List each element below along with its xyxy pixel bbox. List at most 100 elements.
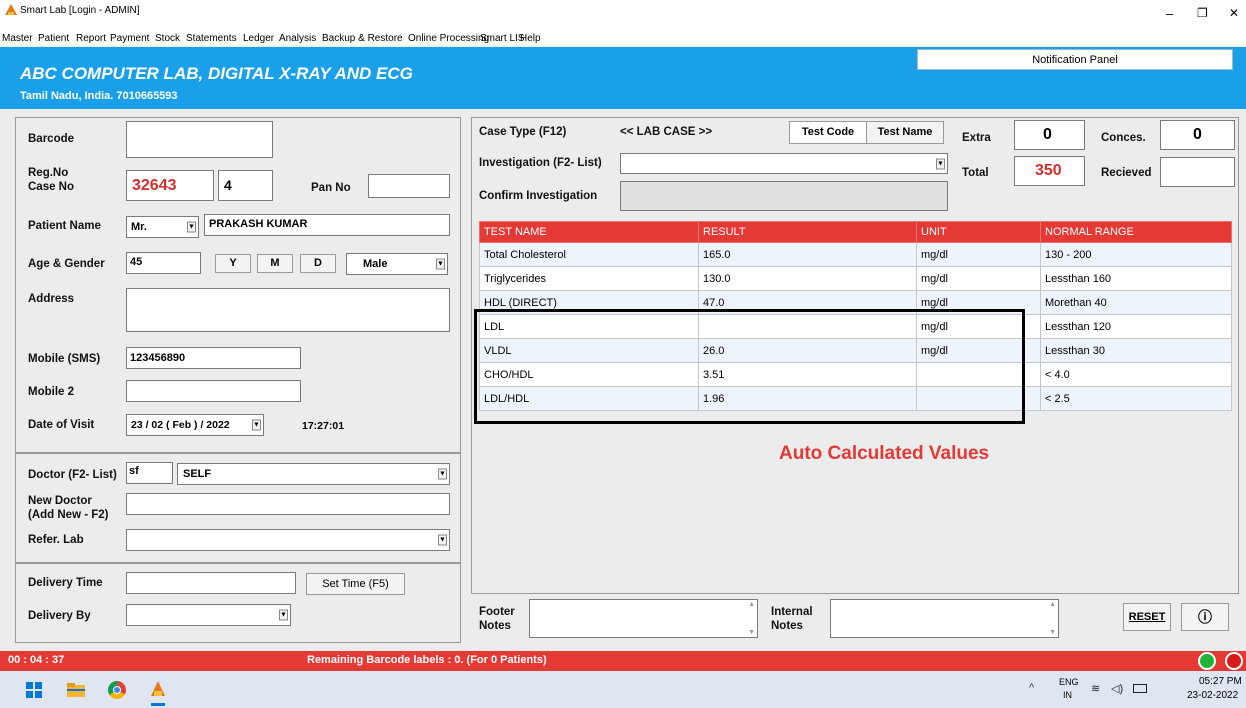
- menu-report[interactable]: Report: [76, 33, 106, 44]
- caseno-input[interactable]: 4: [218, 170, 273, 201]
- delivery-time-input[interactable]: [126, 572, 296, 594]
- visit-time: 17:27:01: [302, 420, 345, 432]
- session-timer: 00 : 04 : 37: [8, 654, 65, 666]
- age-months-button[interactable]: M: [257, 254, 293, 273]
- caseno-label: Case No: [28, 181, 75, 193]
- menu-statements[interactable]: Statements: [186, 33, 237, 44]
- date-of-visit-picker[interactable]: 23 / 02 ( Feb ) / 2022 ▼: [126, 414, 264, 436]
- lab-address: Tamil Nadu, India. 7010665593: [20, 90, 178, 102]
- test-code-button[interactable]: Test Code: [789, 121, 867, 144]
- barcode-input[interactable]: [126, 121, 273, 158]
- range-cell: Lessthan 30: [1040, 338, 1232, 363]
- menu-help[interactable]: Help: [520, 33, 541, 44]
- title-select[interactable]: Mr. ▼: [126, 216, 199, 238]
- address-label: Address: [28, 293, 75, 305]
- range-cell: Morethan 40: [1040, 290, 1232, 315]
- status-bar: 00 : 04 : 37 Remaining Barcode labels : …: [0, 651, 1246, 671]
- internal-notes-label-2: Notes: [771, 620, 803, 632]
- panno-input[interactable]: [368, 174, 450, 198]
- patient-name-input[interactable]: PRAKASH KUMAR: [204, 214, 450, 236]
- minimize-button[interactable]: –: [1166, 6, 1173, 21]
- menu-master[interactable]: Master: [2, 33, 33, 44]
- mobile2-input[interactable]: [126, 380, 301, 402]
- chevron-up-icon[interactable]: ^: [1029, 682, 1034, 694]
- menu-ledger[interactable]: Ledger: [243, 33, 274, 44]
- scroll-down-icon[interactable]: ▼: [748, 629, 755, 636]
- range-cell: < 4.0: [1040, 362, 1232, 387]
- result-cell[interactable]: 165.0: [698, 242, 917, 267]
- concession-value: 0: [1193, 126, 1202, 143]
- unit-cell: mg/dl: [916, 266, 1041, 291]
- file-explorer-icon[interactable]: [67, 683, 85, 697]
- table-row[interactable]: Total Cholesterol 165.0 mg/dl 130 - 200: [479, 242, 1232, 267]
- mobile-input[interactable]: 123456890: [126, 347, 301, 369]
- clock-time[interactable]: 05:27 PM: [1199, 676, 1242, 687]
- refer-lab-select[interactable]: ▼: [126, 529, 450, 551]
- language-indicator[interactable]: ENG: [1059, 677, 1079, 687]
- investigation-select[interactable]: ▼: [620, 153, 948, 174]
- mobile-label: Mobile (SMS): [28, 353, 101, 365]
- notification-panel[interactable]: Notification Panel: [917, 49, 1233, 70]
- scroll-down-icon[interactable]: ▼: [1049, 629, 1056, 636]
- test-name-button[interactable]: Test Name: [866, 121, 944, 144]
- smart-lab-taskbar-icon[interactable]: [149, 679, 167, 706]
- footer-notes-input[interactable]: ▲ ▼: [529, 599, 758, 638]
- wifi-icon[interactable]: ≋: [1091, 682, 1100, 695]
- doctor-code-input[interactable]: sf: [126, 462, 173, 484]
- gender-select[interactable]: Male ▼: [346, 253, 448, 275]
- set-time-button[interactable]: Set Time (F5): [306, 573, 405, 595]
- total-field: 350: [1014, 156, 1085, 186]
- age-years-button[interactable]: Y: [215, 254, 251, 273]
- internal-notes-input[interactable]: ▲ ▼: [830, 599, 1059, 638]
- col-unit: UNIT: [916, 221, 1041, 243]
- table-row[interactable]: Triglycerides 130.0 mg/dl Lessthan 160: [479, 266, 1232, 291]
- investigation-label: Investigation (F2- List): [479, 157, 602, 169]
- menu-payment[interactable]: Payment: [110, 33, 149, 44]
- chrome-icon[interactable]: [108, 681, 126, 699]
- new-doctor-hint: (Add New - F2): [28, 509, 109, 521]
- regno-value: 32643: [132, 177, 177, 194]
- extra-input[interactable]: 0: [1014, 120, 1085, 150]
- menu-backup-restore[interactable]: Backup & Restore: [322, 33, 403, 44]
- delivery-by-select[interactable]: ▼: [126, 604, 291, 626]
- received-input[interactable]: [1160, 157, 1235, 187]
- scroll-up-icon[interactable]: ▲: [748, 601, 755, 608]
- range-cell: Lessthan 160: [1040, 266, 1232, 291]
- concession-input[interactable]: 0: [1160, 120, 1235, 150]
- date-of-visit-value: 23 / 02 ( Feb ) / 2022: [131, 419, 230, 431]
- regno-input[interactable]: 32643: [126, 170, 214, 201]
- refer-lab-label: Refer. Lab: [28, 534, 84, 546]
- menu-patient[interactable]: Patient: [38, 33, 69, 44]
- menu-analysis[interactable]: Analysis: [279, 33, 316, 44]
- battery-icon[interactable]: [1133, 684, 1147, 693]
- reset-button[interactable]: RESET: [1123, 603, 1171, 631]
- mobile2-label: Mobile 2: [28, 386, 75, 398]
- patient-name-value: PRAKASH KUMAR: [209, 218, 308, 230]
- age-days-button[interactable]: D: [300, 254, 336, 273]
- close-button[interactable]: ✕: [1229, 6, 1239, 20]
- address-input[interactable]: [126, 288, 450, 332]
- scroll-up-icon[interactable]: ▲: [1049, 601, 1056, 608]
- panno-label: Pan No: [311, 182, 351, 194]
- chevron-down-icon: ▼: [187, 221, 196, 233]
- menu-smart-lis[interactable]: Smart LIS: [480, 33, 524, 44]
- info-button[interactable]: ⓘ: [1181, 603, 1229, 631]
- menu-stock[interactable]: Stock: [155, 33, 180, 44]
- confirm-investigation-field: [620, 181, 948, 211]
- age-input[interactable]: 45: [126, 252, 201, 274]
- volume-icon[interactable]: ◁): [1111, 682, 1123, 695]
- footer-notes-label: Footer: [479, 606, 515, 618]
- doctor-value: SELF: [183, 468, 212, 480]
- windows-start-icon[interactable]: [26, 682, 42, 698]
- results-header-row: TEST NAME RESULT UNIT NORMAL RANGE: [479, 221, 1232, 243]
- doctor-select[interactable]: SELF ▼: [177, 463, 450, 485]
- delivery-by-label: Delivery By: [28, 610, 91, 622]
- date-of-visit-label: Date of Visit: [28, 419, 95, 431]
- restore-button[interactable]: ❐: [1197, 6, 1208, 20]
- new-doctor-input[interactable]: [126, 493, 450, 515]
- clock-date[interactable]: 23-02-2022: [1187, 690, 1238, 701]
- menu-online-processing[interactable]: Online Processing: [408, 33, 489, 44]
- chevron-down-icon: ▼: [436, 258, 445, 270]
- result-cell[interactable]: 130.0: [698, 266, 917, 291]
- patient-panel: [15, 117, 461, 453]
